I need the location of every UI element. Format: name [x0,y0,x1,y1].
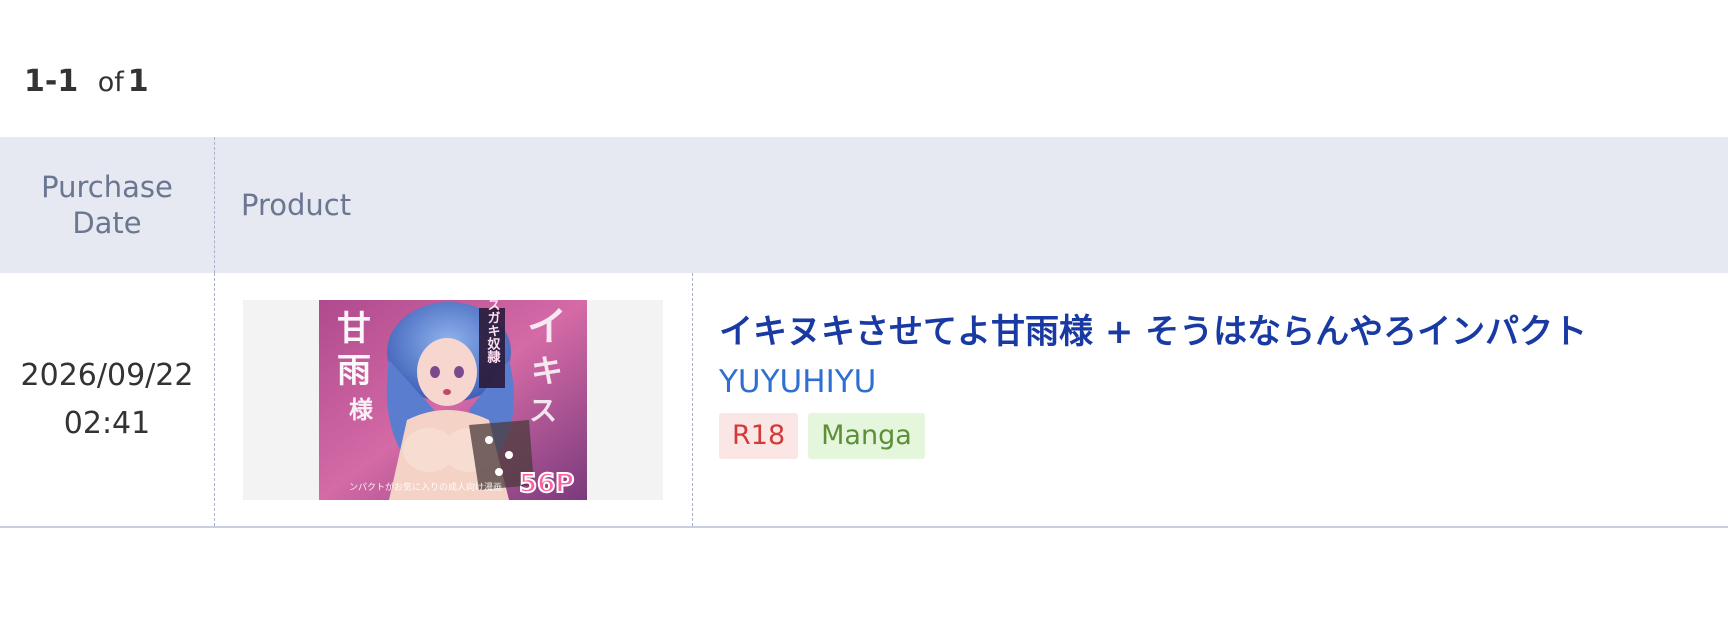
svg-text:56P: 56P [519,469,574,499]
purchase-date-header-line1: Purchase [41,170,173,204]
svg-text:キ: キ [531,352,563,390]
svg-text:ス: ス [529,394,557,427]
table-header-row: Purchase Date Product [0,137,1728,273]
svg-text:様: 様 [349,396,374,424]
product-thumbnail-cell: メスガキ奴隷 甘 雨 様 イ キ ス ンパクトがお気に入りの成人向け漫画 56P [215,273,693,526]
result-total: 1 [127,64,149,99]
product-info: イキヌキさせてよ甘雨様 + そうはならんやろインパクト YUYUHIYU R18… [693,273,1587,526]
table-row: 2026/09/22 02:41 メスガキ奴隷 甘 雨 様 イ キ ス ンパクト… [0,273,1728,528]
purchase-history-page: 1-1 of 1 Purchase Date Product 2026/09/22… [0,0,1728,640]
circle-link[interactable]: YUYUHIYU [719,363,1587,401]
product-title-link[interactable]: イキヌキさせてよ甘雨様 + そうはならんやろインパクト [719,311,1587,353]
product-row: メスガキ奴隷 甘 雨 様 イ キ ス ンパクトがお気に入りの成人向け漫画 56P [215,273,1728,526]
result-range: 1-1 [24,64,79,99]
svg-text:イ: イ [527,304,567,350]
purchase-date: 2026/09/22 [20,357,194,393]
result-count: 1-1 of 1 [24,64,149,99]
svg-text:雨: 雨 [337,351,371,391]
result-of-label: of [97,67,124,98]
tag-manga: Manga [808,413,925,459]
svg-text:ンパクトがお気に入りの成人向け漫画: ンパクトがお気に入りの成人向け漫画 [349,481,502,493]
tag-r18: R18 [719,413,799,459]
product-tags: R18 Manga [719,413,1587,459]
purchase-date-cell: 2026/09/22 02:41 [0,273,215,528]
purchase-time: 02:41 [63,405,151,441]
svg-text:甘: 甘 [337,309,371,349]
product-thumbnail-frame: メスガキ奴隷 甘 雨 様 イ キ ス ンパクトがお気に入りの成人向け漫画 56P [243,299,663,500]
product-cell: メスガキ奴隷 甘 雨 様 イ キ ス ンパクトがお気に入りの成人向け漫画 56P [214,273,1728,528]
purchase-table: Purchase Date Product 2026/09/22 02:41 メ… [0,137,1728,528]
svg-text:メスガキ奴隷: メスガキ奴隷 [485,300,502,364]
product-thumbnail[interactable]: メスガキ奴隷 甘 雨 様 イ キ ス ンパクトがお気に入りの成人向け漫画 56P [319,299,587,500]
product-header: Product [214,137,1728,273]
purchase-date-header-line2: Date [72,206,142,240]
purchase-date-header: Purchase Date [0,137,215,273]
